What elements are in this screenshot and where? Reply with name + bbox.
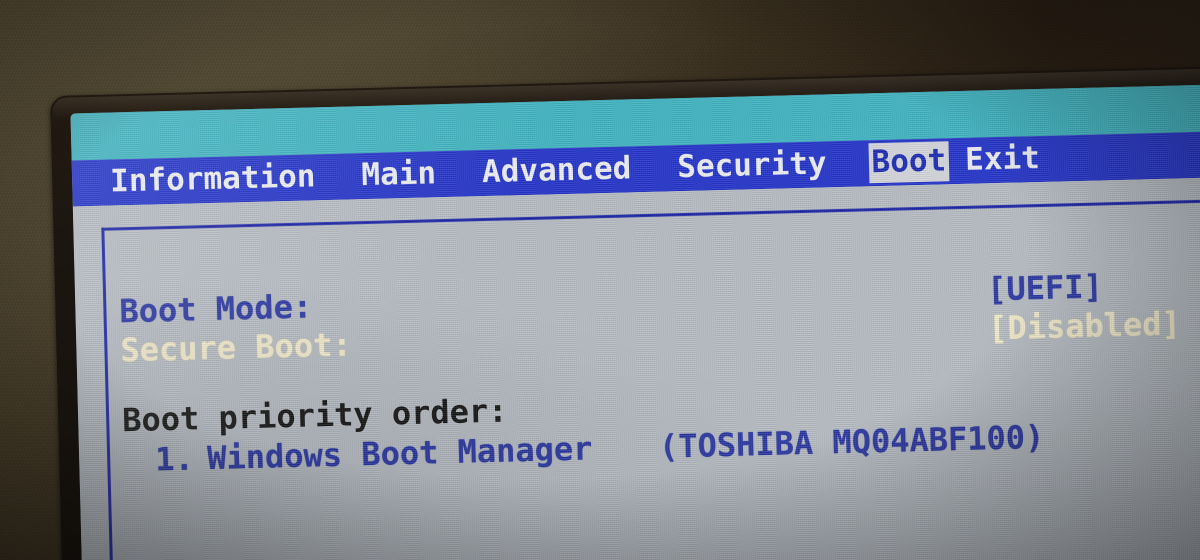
- boot-mode-value[interactable]: [UEFI]: [987, 267, 1104, 308]
- boot-priority-item-1-device: (TOSHIBA MQ04ABF100): [658, 417, 1045, 466]
- tab-boot[interactable]: Boot: [868, 141, 950, 184]
- tab-information[interactable]: Information: [106, 157, 320, 202]
- tab-main[interactable]: Main: [357, 154, 441, 196]
- laptop: Insyde Information Main Advanced Securit…: [50, 64, 1200, 560]
- boot-priority-item-1-index: 1.: [154, 439, 195, 479]
- tab-security[interactable]: Security: [673, 144, 831, 188]
- secure-boot-value[interactable]: [Disabled]: [988, 304, 1182, 347]
- tab-advanced[interactable]: Advanced: [478, 149, 636, 193]
- boot-mode-label: Boot Mode:: [118, 287, 313, 331]
- tab-exit[interactable]: Exit: [961, 139, 1045, 181]
- laptop-screen-photo: Insyde Information Main Advanced Securit…: [0, 0, 1200, 560]
- boot-priority-order-title: Boot priority order:: [121, 391, 508, 440]
- content-frame-top-rule: [101, 197, 1200, 231]
- setting-row-boot-mode[interactable]: Boot Mode: [UEFI]: [75, 266, 1200, 330]
- content-frame-left-rule: [101, 227, 116, 560]
- secure-boot-label: Secure Boot:: [119, 325, 353, 370]
- boot-priority-item-1-name: Windows Boot Manager: [206, 429, 593, 478]
- bios-content-pane: Boot Mode: [UEFI] Secure Boot: [Disabled…: [72, 176, 1200, 560]
- lcd-screen: Insyde Information Main Advanced Securit…: [70, 83, 1200, 560]
- bios-setup-utility: Insyde Information Main Advanced Securit…: [70, 83, 1200, 560]
